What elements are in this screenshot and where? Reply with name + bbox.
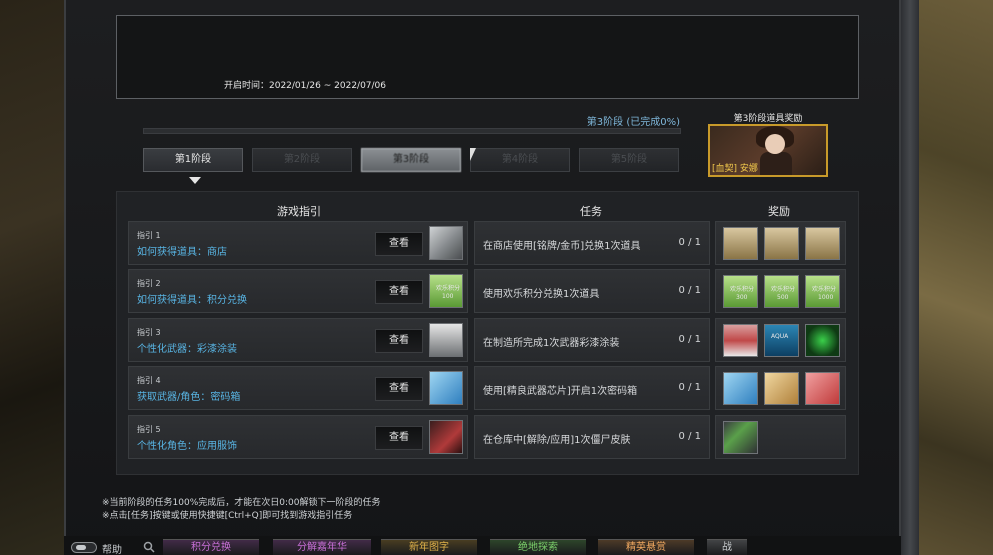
thumb-text: 欢乐积分 — [436, 285, 461, 292]
guide-row: 指引 5 个性化角色：应用服饰 查看 — [128, 415, 468, 459]
stage-selector-arrow-icon — [189, 177, 201, 184]
reward-text: AQUA — [771, 333, 789, 340]
task-progress-count: 0 / 1 — [678, 334, 701, 345]
guide-number: 指引 1 — [137, 231, 161, 240]
guide-row: 指引 3 个性化武器：彩漆涂装 查看 — [128, 318, 468, 362]
column-header-reward: 奖励 — [768, 205, 790, 218]
blue-chip-icon — [429, 371, 463, 405]
bottom-menu-button[interactable]: 分解嘉年华 — [273, 539, 371, 555]
mouse-cursor-icon — [470, 148, 476, 161]
column-header-task: 任务 — [580, 205, 602, 218]
red-chip-icon[interactable] — [805, 372, 840, 405]
view-button[interactable]: 查看 — [375, 329, 423, 353]
guide-row: 指引 4 获取武器/角色：密码箱 查看 — [128, 366, 468, 410]
task-row: 使用欢乐积分兑换1次道具 0 / 1 — [474, 269, 710, 313]
guide-number: 指引 2 — [137, 279, 161, 288]
task-row: 在制造所完成1次武器彩漆涂装 0 / 1 — [474, 318, 710, 362]
guide-title: 个性化武器：彩漆涂装 — [137, 344, 237, 355]
column-header-guide: 游戏指引 — [277, 205, 321, 218]
event-time: 开启时间：2022/01/26 ~ 2022/07/06 — [224, 81, 387, 91]
reward-row — [715, 366, 846, 410]
task-progress-count: 0 / 1 — [678, 431, 701, 442]
gold-card-icon[interactable] — [805, 227, 840, 260]
guide-number: 指引 3 — [137, 328, 161, 337]
task-progress-count: 0 / 1 — [678, 237, 701, 248]
aqua-paint-icon[interactable]: AQUA — [764, 324, 799, 357]
reward-row — [715, 415, 846, 459]
zombie-skin-icon — [429, 420, 463, 454]
guide-title: 如何获得道具：积分兑换 — [137, 295, 247, 306]
guide-title: 如何获得道具：商店 — [137, 247, 227, 258]
note-line-1: ※当前阶段的任务100%完成后，才能在次日0:00解锁下一阶段的任务 — [102, 498, 381, 508]
help-toggle[interactable] — [71, 542, 97, 553]
view-button[interactable]: 查看 — [375, 280, 423, 304]
stage-tab-3[interactable]: 第3阶段 — [361, 148, 461, 172]
view-button[interactable]: 查看 — [375, 377, 423, 401]
task-description: 使用[精良武器芯片]开启1次密码箱 — [483, 386, 638, 397]
panel-frame-bar — [901, 0, 919, 555]
stage-reward-card[interactable]: [血契] 安娜 — [708, 124, 828, 177]
task-row: 在仓库中[解除/应用]1次僵尸皮肤 0 / 1 — [474, 415, 710, 459]
guide-number: 指引 5 — [137, 425, 161, 434]
stage-progress-bar — [143, 128, 681, 134]
points-card-icon: 欢乐积分 100 — [429, 274, 463, 308]
task-progress-count: 0 / 1 — [678, 285, 701, 296]
green-box-icon[interactable] — [723, 421, 758, 454]
background-right — [919, 0, 993, 555]
stage-tab-4[interactable]: 第4阶段 — [470, 148, 570, 172]
task-description: 使用欢乐积分兑换1次道具 — [483, 289, 600, 300]
points-card-icon[interactable]: 欢乐积分 500 — [764, 275, 799, 308]
help-label: 帮助 — [102, 545, 122, 555]
bottom-menu-button[interactable]: 战 — [707, 539, 747, 555]
task-description: 在制造所完成1次武器彩漆涂装 — [483, 338, 620, 349]
stage-progress-label: 第3阶段 (已完成0%) — [586, 117, 680, 128]
points-card-icon[interactable]: 欢乐积分 300 — [723, 275, 758, 308]
guide-number: 指引 4 — [137, 376, 161, 385]
stage-reward-item-label: [血契] 安娜 — [712, 164, 758, 174]
reward-row — [715, 221, 846, 265]
stage-tab-1[interactable]: 第1阶段 — [143, 148, 243, 172]
reward-row: AQUA — [715, 318, 846, 362]
task-description: 在商店使用[铭牌/金币]兑换1次道具 — [483, 241, 641, 252]
stage-tab-5[interactable]: 第5阶段 — [579, 148, 679, 172]
points-card-icon[interactable]: 欢乐积分 1000 — [805, 275, 840, 308]
stage-tab-2[interactable]: 第2阶段 — [252, 148, 352, 172]
task-progress-count: 0 / 1 — [678, 382, 701, 393]
view-button[interactable]: 查看 — [375, 426, 423, 450]
blue-chip-icon[interactable] — [723, 372, 758, 405]
reward-amount: 1000 — [818, 294, 834, 301]
stage-reward-title: 第3阶段道具奖励 — [733, 114, 803, 124]
gold-chip-icon[interactable] — [764, 372, 799, 405]
reward-text: 欢乐积分 — [730, 286, 755, 293]
guide-title: 个性化角色：应用服饰 — [137, 441, 237, 452]
background-left — [0, 0, 64, 555]
search-icon[interactable] — [143, 541, 155, 553]
reward-row: 欢乐积分 300 欢乐积分 500 欢乐积分 1000 — [715, 269, 846, 313]
spray-paint-icon — [429, 323, 463, 357]
character-portrait-icon — [765, 134, 785, 154]
reward-text: 欢乐积分 — [771, 286, 796, 293]
task-row: 在商店使用[铭牌/金币]兑换1次道具 0 / 1 — [474, 221, 710, 265]
character-body — [760, 152, 792, 175]
guide-row: 指引 1 如何获得道具：商店 查看 — [128, 221, 468, 265]
bottom-menu-button[interactable]: 精英悬赏 — [598, 539, 694, 555]
guide-title: 获取武器/角色：密码箱 — [137, 392, 241, 403]
red-paint-icon[interactable] — [723, 324, 758, 357]
bottom-menu-button[interactable]: 绝地探索 — [490, 539, 586, 555]
reward-amount: 500 — [777, 294, 789, 301]
green-paint-icon[interactable] — [805, 324, 840, 357]
gold-card-icon[interactable] — [764, 227, 799, 260]
note-line-2: ※点击[任务]按键或使用快捷键[Ctrl+Q]即可找到游戏指引任务 — [102, 511, 353, 521]
view-button[interactable]: 查看 — [375, 232, 423, 256]
task-row: 使用[精良武器芯片]开启1次密码箱 0 / 1 — [474, 366, 710, 410]
gold-card-icon[interactable] — [723, 227, 758, 260]
guide-row: 指引 2 如何获得道具：积分兑换 查看 欢乐积分 100 — [128, 269, 468, 313]
weapon-grey-icon — [429, 226, 463, 260]
bottom-menu-button[interactable]: 新年图字 — [381, 539, 477, 555]
reward-text: 欢乐积分 — [812, 286, 837, 293]
task-description: 在仓库中[解除/应用]1次僵尸皮肤 — [483, 435, 631, 446]
reward-amount: 300 — [736, 294, 748, 301]
thumb-num: 100 — [442, 293, 454, 300]
bottom-menu-button[interactable]: 积分兑换 — [163, 539, 259, 555]
